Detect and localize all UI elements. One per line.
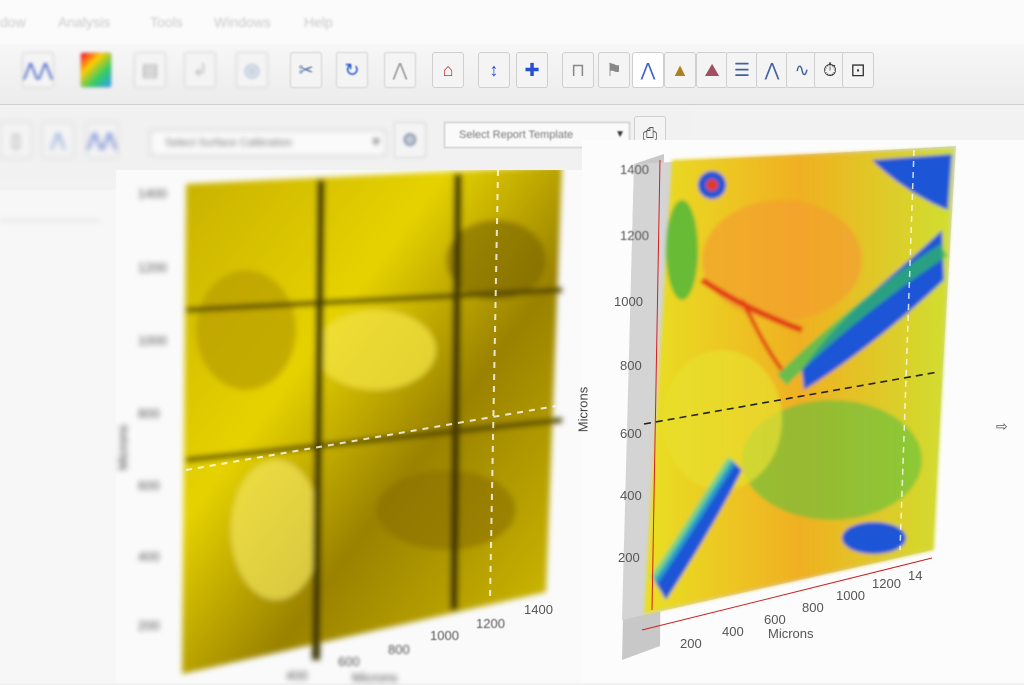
x-tick: 1400 xyxy=(524,602,553,617)
y-tick: 1400 xyxy=(620,162,649,177)
y-tick: 1200 xyxy=(138,260,167,275)
wave-icon[interactable]: ⋀ xyxy=(42,122,74,158)
y-tick: 800 xyxy=(620,358,642,373)
menu-windows[interactable]: Windows xyxy=(214,14,271,30)
surface-icon[interactable]: ⛰ xyxy=(696,52,728,88)
image-panel-1: 1400 1200 1000 800 600 400 200 Microns 4… xyxy=(115,170,584,685)
export-icon[interactable]: ⊡ xyxy=(842,52,874,88)
chevron-down-icon: ▼ xyxy=(371,137,381,148)
spectrum-icon[interactable]: ⋀ xyxy=(756,52,788,88)
y-tick: 800 xyxy=(138,406,160,421)
x-tick: 14 xyxy=(908,568,923,583)
x-tick: 400 xyxy=(722,624,744,639)
cross-move-icon[interactable]: ✚ xyxy=(516,52,548,88)
x-tick: 600 xyxy=(338,654,360,669)
peak-icon[interactable]: ⋀ xyxy=(632,52,664,88)
menu-analysis[interactable]: Analysis xyxy=(58,14,110,30)
x-tick: 1000 xyxy=(836,588,865,603)
histogram-icon[interactable]: ⋀ xyxy=(384,52,416,88)
chevron-down-icon: ▼ xyxy=(615,129,625,140)
triangle-icon[interactable]: ▲ xyxy=(664,52,696,88)
vertical-arrow-icon[interactable]: ↕ xyxy=(478,52,510,88)
flag-icon[interactable]: ⚑ xyxy=(598,52,630,88)
y-tick: 200 xyxy=(618,550,640,565)
rotate-icon[interactable]: ↻ xyxy=(336,52,368,88)
import-icon[interactable]: ↲ xyxy=(184,52,216,88)
x-tick: 400 xyxy=(286,668,308,683)
calibration-select[interactable]: Select Surface Calibration ▼ xyxy=(150,130,386,156)
x-tick: 200 xyxy=(680,636,702,651)
color-map-icon[interactable] xyxy=(80,52,112,88)
y-tick: 1000 xyxy=(614,294,643,309)
height-map-1 xyxy=(182,170,563,674)
line-profile-icon[interactable]: ⋀⋀ xyxy=(22,52,54,88)
analysis-icon[interactable]: ⋀⋀ xyxy=(86,122,118,158)
image-panel-2: 1400 1200 1000 800 600 400 200 Microns 2… xyxy=(575,140,1024,683)
cursor-icon: ⇨ xyxy=(996,418,1008,434)
y-tick: 600 xyxy=(620,426,642,441)
x-axis-label: Microns xyxy=(768,626,814,641)
home-icon[interactable]: ⌂ xyxy=(432,52,464,88)
settings-icon[interactable]: ⚙ xyxy=(394,122,426,158)
x-tick: 1200 xyxy=(872,576,901,591)
template-select-label: Select Report Template xyxy=(459,129,574,141)
main-toolbar: ⋀⋀ ▤ ↲ ◎ ✂ ↻ ⋀ ⌂ ↕ ✚ ⊓ ⚑ ⋀ ▲ ⛰ ☰ ⋀ ∿ ⏱ ⊡ xyxy=(0,44,1024,105)
layers-icon[interactable]: ☰ xyxy=(726,52,758,88)
y-tick: 200 xyxy=(138,618,160,633)
y-tick: 400 xyxy=(138,549,160,564)
menu-bar: dow Analysis Tools Windows Help xyxy=(0,0,1024,44)
x-tick: 800 xyxy=(388,642,410,657)
step-height-icon[interactable]: ⊓ xyxy=(562,52,594,88)
menu-tools[interactable]: Tools xyxy=(150,14,183,30)
x-tick: 600 xyxy=(764,612,786,627)
camera-icon[interactable]: ◎ xyxy=(236,52,268,88)
y-tick: 600 xyxy=(138,478,160,493)
x-tick: 1200 xyxy=(476,616,505,631)
y-tick: 1200 xyxy=(620,228,649,243)
x-tick: 1000 xyxy=(430,628,459,643)
x-tick: 800 xyxy=(802,600,824,615)
calibration-select-label: Select Surface Calibration xyxy=(165,137,293,149)
side-panel xyxy=(0,190,119,683)
table-icon[interactable]: ▤ xyxy=(134,52,166,88)
y-tick: 1000 xyxy=(138,333,167,348)
y-tick: 1400 xyxy=(138,186,167,201)
y-axis-label: Microns xyxy=(575,386,591,433)
panel-toggle-icon[interactable]: ▯ xyxy=(0,122,32,158)
menu-help[interactable]: Help xyxy=(304,14,333,30)
menu-window[interactable]: dow xyxy=(0,14,26,30)
y-tick: 400 xyxy=(620,488,642,503)
y-axis-label: Microns xyxy=(115,424,131,471)
side-panel-header xyxy=(0,198,100,221)
cut-icon[interactable]: ✂ xyxy=(290,52,322,88)
